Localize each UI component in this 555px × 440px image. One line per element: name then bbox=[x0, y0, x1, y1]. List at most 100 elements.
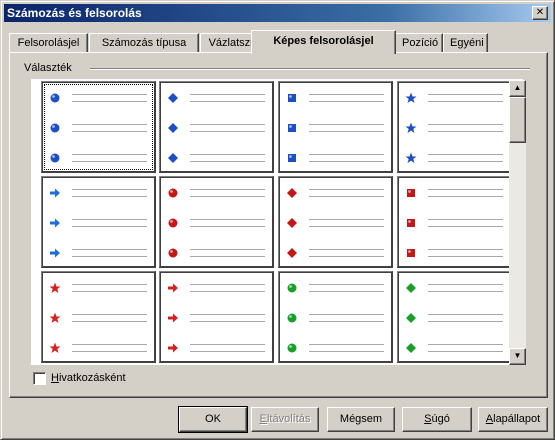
bullet-option[interactable] bbox=[278, 271, 393, 363]
text-placeholder-line bbox=[428, 351, 503, 352]
bullet-preview-row bbox=[160, 281, 273, 295]
text-placeholder-line bbox=[309, 226, 384, 227]
text-placeholder-line bbox=[190, 124, 265, 125]
star-bullet-icon bbox=[49, 342, 61, 354]
help-button[interactable]: Súgó bbox=[402, 407, 472, 432]
text-placeholder-line bbox=[428, 314, 503, 315]
arrow-bullet-icon bbox=[167, 312, 179, 324]
bullet-option[interactable] bbox=[397, 81, 512, 173]
bullet-preview-row bbox=[160, 121, 273, 135]
diamond-bullet-icon bbox=[286, 247, 298, 259]
text-placeholder-line bbox=[72, 351, 147, 352]
bullet-option[interactable] bbox=[159, 81, 274, 173]
reset-button[interactable]: Alapállapot bbox=[478, 407, 548, 432]
sphere-bullet-icon bbox=[286, 312, 298, 324]
bullet-option[interactable] bbox=[41, 81, 156, 173]
text-placeholder-line bbox=[309, 314, 384, 315]
bullet-preview-row bbox=[279, 281, 392, 295]
text-placeholder-line bbox=[72, 196, 147, 197]
text-placeholder-line bbox=[309, 256, 384, 257]
bullet-option[interactable] bbox=[397, 271, 512, 363]
bullet-option[interactable] bbox=[159, 176, 274, 268]
bullet-preview-row bbox=[160, 186, 273, 200]
text-placeholder-line bbox=[309, 131, 384, 132]
arrow-bullet-icon bbox=[167, 282, 179, 294]
scroll-up-button[interactable]: ▲ bbox=[509, 80, 526, 97]
bullet-preview-row bbox=[398, 246, 511, 260]
text-placeholder-line bbox=[72, 161, 147, 162]
bullet-option[interactable] bbox=[278, 81, 393, 173]
diamond-bullet-icon bbox=[405, 282, 417, 294]
bullet-option[interactable] bbox=[41, 176, 156, 268]
star-bullet-icon bbox=[405, 152, 417, 164]
bullet-option[interactable] bbox=[278, 176, 393, 268]
sphere-bullet-icon bbox=[49, 122, 61, 134]
text-placeholder-line bbox=[190, 249, 265, 250]
text-placeholder-line bbox=[72, 226, 147, 227]
text-placeholder-line bbox=[190, 344, 265, 345]
link-checkbox[interactable] bbox=[33, 372, 46, 385]
text-placeholder-line bbox=[190, 256, 265, 257]
text-placeholder-line bbox=[428, 131, 503, 132]
gallery-scrollbar[interactable]: ▲ ▼ bbox=[509, 80, 526, 365]
bullet-preview-row bbox=[398, 91, 511, 105]
diamond-bullet-icon bbox=[167, 92, 179, 104]
text-placeholder-line bbox=[72, 284, 147, 285]
cancel-button[interactable]: Mégsem bbox=[327, 407, 395, 432]
star-bullet-icon bbox=[405, 122, 417, 134]
text-placeholder-line bbox=[72, 101, 147, 102]
bullet-preview-row bbox=[398, 121, 511, 135]
bullet-option[interactable] bbox=[397, 176, 512, 268]
text-placeholder-line bbox=[72, 154, 147, 155]
sphere-bullet-icon bbox=[167, 247, 179, 259]
cube-bullet-icon bbox=[286, 122, 298, 134]
text-placeholder-line bbox=[190, 131, 265, 132]
tab-customize[interactable]: Egyéni bbox=[443, 33, 488, 53]
bullet-option[interactable] bbox=[41, 271, 156, 363]
text-placeholder-line bbox=[72, 314, 147, 315]
link-checkbox-label[interactable]: Hivatkozásként bbox=[51, 372, 126, 384]
remove-button[interactable]: Eltávolítás bbox=[251, 407, 319, 432]
scroll-thumb[interactable] bbox=[509, 97, 526, 143]
bullet-preview-row bbox=[279, 151, 392, 165]
diamond-bullet-icon bbox=[167, 152, 179, 164]
bullet-preview-row bbox=[160, 91, 273, 105]
scroll-down-button[interactable]: ▼ bbox=[509, 348, 526, 365]
text-placeholder-line bbox=[309, 154, 384, 155]
text-placeholder-line bbox=[72, 256, 147, 257]
text-placeholder-line bbox=[428, 219, 503, 220]
ok-button[interactable]: OK bbox=[178, 406, 248, 433]
sphere-bullet-icon bbox=[49, 92, 61, 104]
bullet-preview-row bbox=[398, 151, 511, 165]
text-placeholder-line bbox=[72, 124, 147, 125]
text-placeholder-line bbox=[309, 321, 384, 322]
text-placeholder-line bbox=[72, 321, 147, 322]
text-placeholder-line bbox=[428, 161, 503, 162]
diamond-bullet-icon bbox=[286, 217, 298, 229]
text-placeholder-line bbox=[190, 226, 265, 227]
text-placeholder-line bbox=[428, 321, 503, 322]
text-placeholder-line bbox=[428, 189, 503, 190]
tab-bullets[interactable]: Felsorolásjel bbox=[9, 33, 88, 53]
tab-position[interactable]: Pozíció bbox=[395, 33, 443, 53]
star-bullet-icon bbox=[405, 92, 417, 104]
diamond-bullet-icon bbox=[167, 122, 179, 134]
sphere-bullet-icon bbox=[167, 187, 179, 199]
bullet-option[interactable] bbox=[159, 271, 274, 363]
cube-bullet-icon bbox=[405, 217, 417, 229]
bullet-preview-row bbox=[398, 281, 511, 295]
text-placeholder-line bbox=[190, 314, 265, 315]
text-placeholder-line bbox=[428, 101, 503, 102]
tab-graphics[interactable]: Képes felsorolásjel bbox=[251, 30, 396, 54]
bullet-preview-row bbox=[279, 246, 392, 260]
bullet-preview-row bbox=[398, 216, 511, 230]
tab-numbering-type[interactable]: Számozás típusa bbox=[89, 33, 199, 53]
text-placeholder-line bbox=[428, 344, 503, 345]
text-placeholder-line bbox=[190, 321, 265, 322]
cube-bullet-icon bbox=[286, 92, 298, 104]
bullet-preview-row bbox=[42, 151, 155, 165]
bullet-preview-row bbox=[279, 311, 392, 325]
text-placeholder-line bbox=[72, 131, 147, 132]
close-button[interactable]: ✕ bbox=[532, 6, 548, 20]
sphere-bullet-icon bbox=[49, 152, 61, 164]
